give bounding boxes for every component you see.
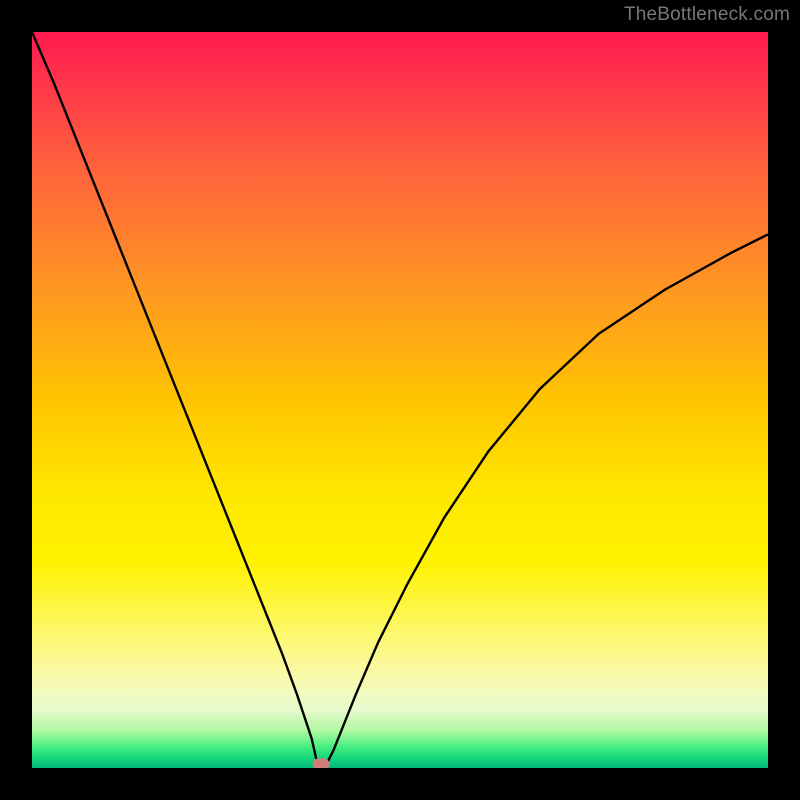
chart-stage: TheBottleneck.com bbox=[0, 0, 800, 800]
bottleneck-curve bbox=[32, 32, 768, 768]
optimal-point-marker bbox=[313, 759, 330, 768]
plot-area bbox=[32, 32, 768, 768]
watermark-text: TheBottleneck.com bbox=[624, 4, 790, 26]
